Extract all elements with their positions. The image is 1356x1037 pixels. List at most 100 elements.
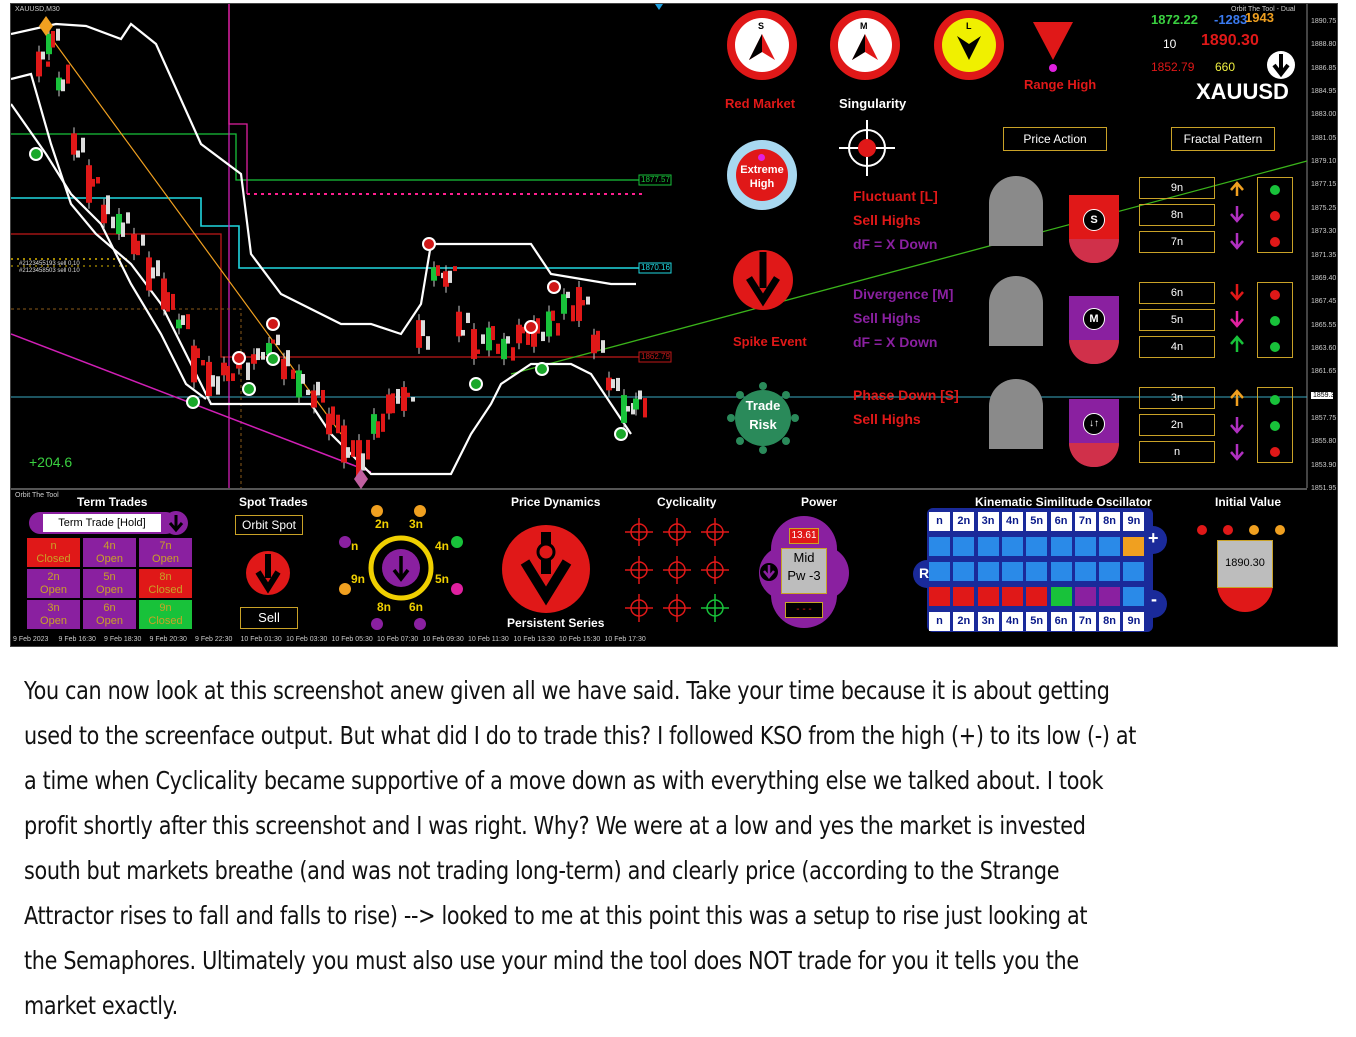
term-trade-cell[interactable]: 3n Open [27,600,80,629]
candle-body [246,362,250,381]
level-2n[interactable]: 2n [1139,414,1215,436]
persistent-series-icon [502,525,590,613]
candle-body [121,222,125,237]
candle-body [391,393,395,414]
term-trade-hold-pill[interactable]: Term Trade [Hold] [29,512,177,534]
candle-body [316,381,320,396]
level-7n[interactable]: 7n [1139,231,1215,253]
time-axis-label: 10 Feb 03:30 [286,636,328,643]
term-trade-cell[interactable]: 6n Open [83,600,136,629]
candle-body [616,377,620,392]
power-gauge: 13.61 Mid Pw -3 - - - [759,516,849,628]
kso-cell [977,537,999,556]
candle-body [171,293,175,310]
candle-body [601,340,605,353]
term-trade-grid: n Closed 4n Open 7n Open 2n Open 5n Open 8n C… [27,538,195,632]
time-axis: 9 Feb 2023 9 Feb 16:30 9 Feb 18:30 9 Feb 20… [11,634,1337,646]
term-trade-cell[interactable]: 5n Open [83,569,136,598]
price-axis-label: 1875.25 [1311,204,1337,212]
candle-body [366,439,370,460]
kso-cell [929,587,950,606]
term-trade-cell[interactable]: 4n Open [83,538,136,567]
level-4n[interactable]: 4n [1139,336,1215,358]
candle-body [81,137,85,153]
term-trade-cell[interactable]: 9n Closed [139,600,192,629]
semaphore-s-letter: S [758,21,765,31]
level-n[interactable]: n [1139,441,1215,463]
candle-body [151,267,155,279]
kso-minus-button[interactable]: - [1151,589,1157,610]
candle-body [286,350,290,367]
level-8n[interactable]: 8n [1139,204,1215,226]
candle-body [596,330,600,351]
candle-body [66,64,70,84]
candle-body [96,177,100,184]
kso-cell [1001,537,1023,556]
term-trade-cell[interactable]: 2n Open [27,569,80,598]
fractal-tombstone-m [989,276,1043,346]
level-6n[interactable]: 6n [1139,282,1215,304]
candle-body [231,373,235,381]
crosshair-icon [701,556,729,584]
candle-body [448,270,452,283]
persistent-series-label: Persistent Series [507,616,605,630]
time-axis-label: 9 Feb 16:30 [58,636,96,643]
candle-body [51,31,55,48]
term-trade-cell[interactable]: 7n Open [139,538,192,567]
level-3n[interactable]: 3n [1139,387,1215,409]
kso-cell [1074,587,1096,606]
kso-cell [953,587,975,606]
term-trade-cell[interactable]: n Closed [27,538,80,567]
candle-body [136,240,140,256]
price-axis-label: 1863.60 [1311,344,1337,352]
semaphore-l-letter: L [966,21,972,31]
kso-label: 6n [1050,612,1072,631]
fractal-dots-l [1257,177,1293,253]
kso-cell [1050,587,1072,606]
kso-cell [1026,537,1048,556]
kso-cell [953,537,975,556]
term-trade-cell[interactable]: 8n Closed [139,569,192,598]
initial-value-title: Initial Value [1215,495,1282,509]
phase-down-sub: Sell Highs [853,411,921,427]
fluctuant-sub: Sell Highs [853,212,921,228]
kso-label: n [929,612,950,631]
candle-body [276,334,280,346]
header-value-3: 1943 [1245,10,1274,25]
order-note: #2123455193 sell 0.10 #2123458503 sell 0… [19,261,80,274]
kso-label: 8n [1099,512,1121,531]
candle-body [41,51,45,60]
caption-text: You can now look at this screenshot anew… [24,668,1335,1028]
candle-body [476,349,480,354]
kso-cell [1001,587,1023,606]
power-value-box: 13.61 [789,528,819,544]
orbit-label-n: n [351,539,359,553]
candle-body [633,398,639,410]
candle-body [556,323,560,336]
candle-body [261,351,265,360]
kso-label: 8n [1099,612,1121,631]
time-axis-label: 10 Feb 09:30 [422,636,464,643]
candle-body [426,336,430,350]
orbit-label-9n: 9n [351,572,366,586]
time-axis-label: 10 Feb 15:30 [559,636,601,643]
time-axis-label: 10 Feb 01:30 [240,636,282,643]
kso-cell [1123,537,1145,556]
price-action-button[interactable]: Price Action [1003,127,1107,151]
caption-line: profit shortly after this screenshot and… [24,811,1086,840]
candle-body [638,390,642,400]
candle-body [256,348,260,361]
kso-cell [977,587,999,606]
candle-body [91,178,95,187]
fractal-pattern-button[interactable]: Fractal Pattern [1171,127,1275,151]
orbit-label-5n: 5n [435,572,450,586]
bottom-panel-label: Orbit The Tool [15,492,59,499]
level-5n[interactable]: 5n [1139,309,1215,331]
sell-button[interactable]: Sell [240,607,298,629]
level-tag-red: 1862.79 [641,352,670,361]
orbit-spot-button[interactable]: Orbit Spot [235,515,303,535]
level-9n[interactable]: 9n [1139,177,1215,199]
extreme-high-semaphore: Extreme High [727,140,797,210]
fractal-tombstone-s [989,379,1043,449]
candle-body [141,234,145,246]
